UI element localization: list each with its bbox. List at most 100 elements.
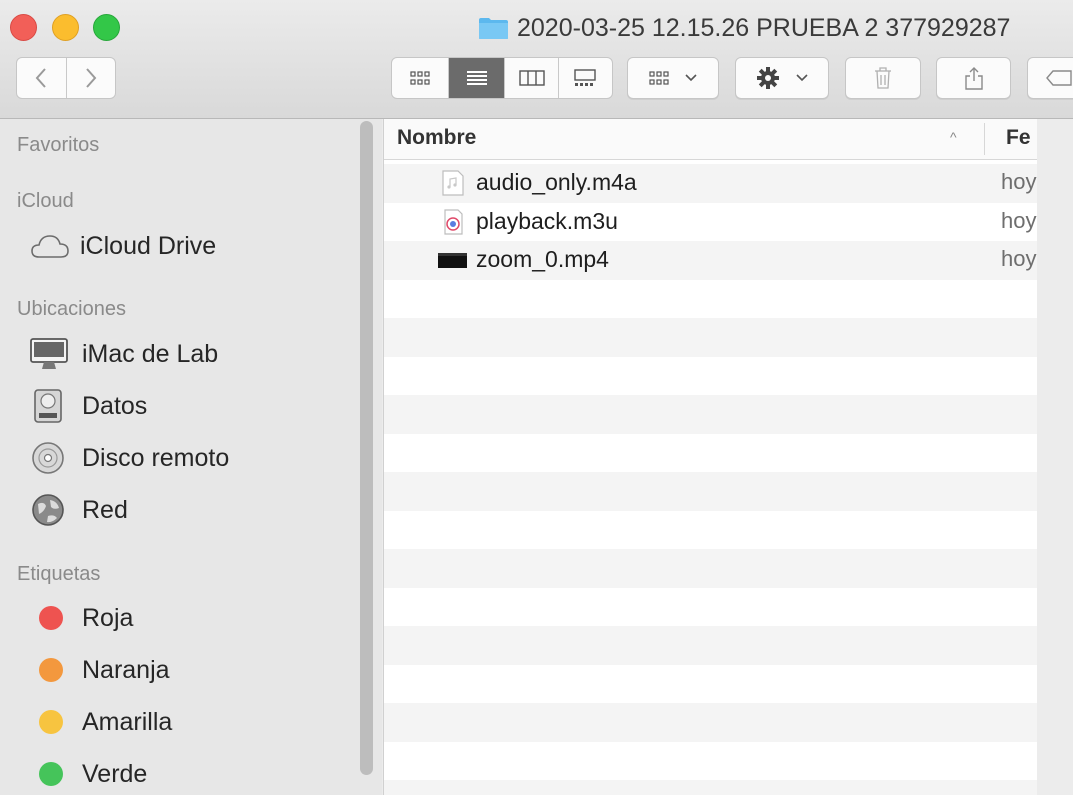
trash-icon <box>875 67 891 89</box>
column-view-icon <box>518 70 545 86</box>
green-tag-icon <box>39 762 63 786</box>
yellow-tag-icon <box>39 710 63 734</box>
sidebar-item-label: Datos <box>82 391 148 420</box>
sidebar-item-label: iMac de Lab <box>82 339 219 368</box>
list-view-icon <box>466 71 487 85</box>
sidebar-item-imac[interactable]: iMac de Lab <box>30 334 218 374</box>
back-button[interactable] <box>17 58 67 98</box>
empty-row <box>384 742 1038 781</box>
column-divider[interactable] <box>984 123 985 155</box>
chevron-down-icon <box>796 74 808 82</box>
file-name: zoom_0.mp4 <box>476 246 609 272</box>
remote-disc-icon <box>30 441 72 475</box>
imac-icon <box>30 337 72 371</box>
empty-row <box>384 703 1038 742</box>
share-icon <box>964 67 983 90</box>
file-name: audio_only.m4a <box>476 169 637 195</box>
cloud-icon <box>30 229 72 263</box>
sort-ascending-icon: ^ <box>950 129 957 145</box>
delete-button[interactable] <box>845 57 921 99</box>
sidebar-item-label: Naranja <box>82 655 170 684</box>
video-file-icon <box>438 253 467 268</box>
sidebar-item-tag-green[interactable]: Verde <box>30 754 147 794</box>
sidebar-item-tag-red[interactable]: Roja <box>30 598 133 638</box>
chevron-right-icon <box>86 68 97 88</box>
empty-row <box>384 472 1038 511</box>
sidebar-item-tag-orange[interactable]: Naranja <box>30 650 170 690</box>
audio-file-icon <box>442 170 464 196</box>
orange-tag-icon <box>39 658 63 682</box>
empty-row <box>384 318 1038 357</box>
group-icon <box>649 71 669 85</box>
sidebar-item-label: Disco remoto <box>82 443 230 472</box>
playlist-file-icon <box>444 208 463 235</box>
action-menu-button[interactable] <box>735 57 829 99</box>
sidebar-section-locations: Ubicaciones <box>17 298 126 320</box>
sidebar-item-remote-disc[interactable]: Disco remoto <box>30 438 229 478</box>
sidebar-item-label: Amarilla <box>82 707 173 736</box>
file-row[interactable]: zoom_0.mp4 hoy <box>384 241 1038 280</box>
empty-row <box>384 665 1038 704</box>
chevron-down-icon <box>685 74 697 82</box>
file-row[interactable]: audio_only.m4a hoy <box>384 164 1038 203</box>
empty-row <box>384 395 1038 434</box>
empty-row <box>384 588 1038 627</box>
empty-row <box>384 357 1038 396</box>
tag-color-dot-container <box>30 757 72 791</box>
sidebar-item-network[interactable]: Red <box>30 490 128 530</box>
sidebar-item-label: Verde <box>82 759 148 788</box>
column-header-name[interactable]: Nombre <box>397 126 476 150</box>
list-header: Nombre ^ Fe <box>384 119 1038 160</box>
empty-row <box>384 280 1038 319</box>
window-toolbar: 2020-03-25 12.15.26 PRUEBA 2 377929287 <box>0 0 1073 119</box>
tags-button[interactable] <box>1027 57 1073 99</box>
column-header-date[interactable]: Fe <box>1006 126 1031 150</box>
empty-row <box>384 434 1038 473</box>
history-navigation <box>16 57 116 99</box>
file-row[interactable]: playback.m3u hoy <box>384 203 1038 242</box>
file-rows: audio_only.m4a hoy playback.m3u hoy zoom… <box>384 164 1038 795</box>
zoom-window-button[interactable] <box>93 14 120 41</box>
file-list: Nombre ^ Fe audio_only.m4a hoy playback.… <box>383 119 1038 795</box>
file-name: playback.m3u <box>476 207 618 234</box>
tag-color-dot-container <box>30 705 72 739</box>
window-title: 2020-03-25 12.15.26 PRUEBA 2 377929287 <box>478 12 1010 44</box>
group-by-button[interactable] <box>627 57 719 99</box>
file-date: hoy <box>1001 246 1037 271</box>
view-gallery-button[interactable] <box>559 58 612 98</box>
minimize-window-button[interactable] <box>52 14 79 41</box>
window-edge <box>1037 119 1073 795</box>
tag-color-dot-container <box>30 653 72 687</box>
empty-row <box>384 511 1038 550</box>
view-icons-button[interactable] <box>392 58 450 98</box>
sidebar-item-label: Red <box>82 495 128 524</box>
sidebar-item-icloud-drive[interactable]: iCloud Drive <box>30 226 216 266</box>
sidebar-item-tag-yellow[interactable]: Amarilla <box>30 702 172 742</box>
network-icon <box>30 493 72 527</box>
empty-row <box>384 549 1038 588</box>
window-title-text: 2020-03-25 12.15.26 PRUEBA 2 377929287 <box>517 13 1011 42</box>
red-tag-icon <box>39 606 63 630</box>
forward-button[interactable] <box>67 58 116 98</box>
sidebar-item-label: iCloud Drive <box>80 231 217 260</box>
sidebar-item-datos[interactable]: Datos <box>30 386 147 426</box>
file-date: hoy <box>1001 207 1037 233</box>
sidebar-section-tags: Etiquetas <box>17 563 101 585</box>
gear-icon <box>757 67 779 89</box>
view-columns-button[interactable] <box>505 58 559 98</box>
sidebar-section-icloud: iCloud <box>17 190 74 212</box>
file-date: hoy <box>1001 169 1037 194</box>
tag-color-dot-container <box>30 601 72 635</box>
close-window-button[interactable] <box>10 14 37 41</box>
view-mode-control <box>391 57 613 99</box>
chevron-left-icon <box>35 68 46 88</box>
sidebar-item-label: Roja <box>82 603 134 632</box>
view-list-button[interactable] <box>449 58 506 98</box>
disk-icon <box>30 389 72 423</box>
share-button[interactable] <box>936 57 1011 99</box>
empty-row <box>384 780 1038 795</box>
gallery-view-icon <box>574 69 597 86</box>
sidebar-scrollbar[interactable] <box>360 121 373 775</box>
empty-row <box>384 626 1038 665</box>
tag-icon <box>1046 70 1072 86</box>
